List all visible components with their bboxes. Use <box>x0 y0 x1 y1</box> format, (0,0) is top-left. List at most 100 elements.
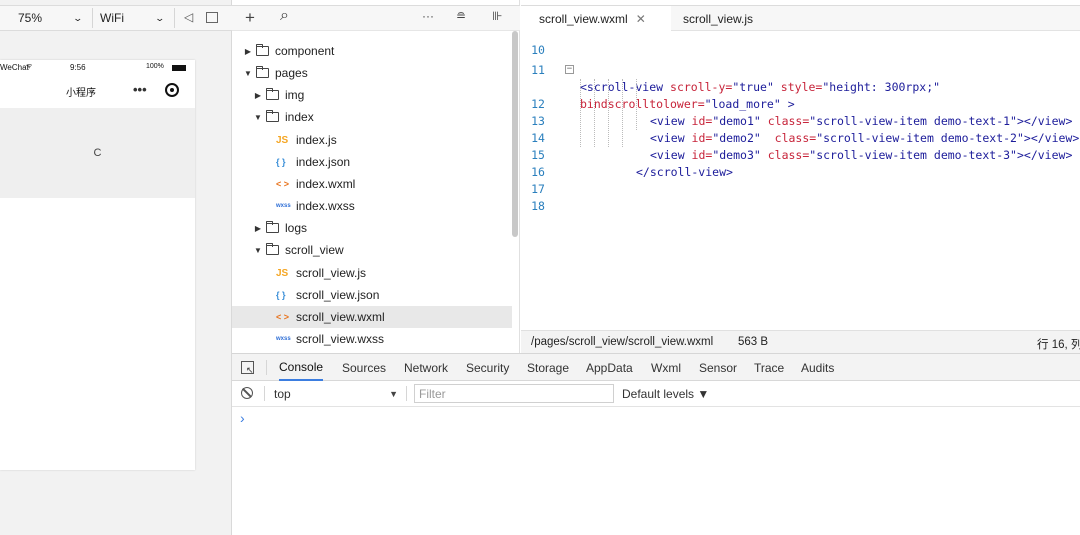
tree-item-label: index.wxss <box>296 199 355 213</box>
tab-label: Wxml <box>651 360 681 375</box>
code-line: 15 </scroll-view> <box>521 130 733 179</box>
tab-wxml[interactable]: Wxml <box>651 354 681 381</box>
split-panel-icon[interactable]: ⊪ <box>492 9 502 23</box>
close-capsule-icon[interactable] <box>165 83 179 97</box>
code-line: 12 <view id="demo1" class="scroll-view-i… <box>521 79 1072 128</box>
caret-right-icon: ▶ <box>254 223 262 233</box>
sound-icon[interactable]: ◁ <box>184 10 193 24</box>
tab-scroll-view-wxml[interactable]: scroll_view.wxml ✕ <box>521 6 671 31</box>
context-select[interactable]: top ▼ <box>274 385 398 403</box>
filter-input[interactable] <box>414 384 614 403</box>
clear-console-icon[interactable] <box>241 387 253 399</box>
tree-item-label: scroll_view.wxml <box>296 310 385 324</box>
explorer-toolbar: + ⌕ ··· ≘ ⊪ <box>232 5 520 31</box>
folder-icon <box>266 88 279 100</box>
tab-label: Trace <box>754 360 785 375</box>
code-token: <view <box>650 131 692 145</box>
js-file-icon: JS <box>276 134 289 146</box>
tab-label: Console <box>279 359 324 374</box>
code-token: "load_more" > <box>704 97 795 111</box>
indent-guide <box>580 79 581 147</box>
carrier-label: WeChat <box>0 63 29 72</box>
folder-open-icon <box>266 110 279 122</box>
divider <box>264 386 265 401</box>
simulator-panel: 75% ⌄ WiFi ⌄ ◁ WeChat ᯤ 9:56 100% 小程序 ••… <box>0 0 232 535</box>
mini-program-title: 小程序 <box>66 88 96 99</box>
fold-icon[interactable]: − <box>565 65 574 74</box>
tree-item-scroll-view-wxml[interactable]: < > scroll_view.wxml <box>232 306 512 328</box>
tree-item-scroll-view-wxss[interactable]: wxss scroll_view.wxss <box>232 328 512 350</box>
tree-item-label: index.wxml <box>296 177 356 191</box>
more-icon[interactable]: ••• <box>133 82 147 97</box>
folder-open-icon <box>266 243 279 255</box>
tab-sensor[interactable]: Sensor <box>699 354 737 381</box>
tab-label: AppData <box>586 360 633 375</box>
zoom-select[interactable]: 75% ⌄ <box>12 6 88 30</box>
indent-guide <box>608 79 609 147</box>
log-levels-select[interactable]: Default levels ▼ <box>622 387 709 401</box>
tree-item-scroll-view-js[interactable]: JS scroll_view.js <box>232 262 512 284</box>
add-icon[interactable]: + <box>245 8 255 28</box>
tree-item-index-js[interactable]: JS index.js <box>232 129 512 151</box>
code-token: "true" <box>732 80 781 94</box>
phone-status-bar: WeChat ᯤ 9:56 100% <box>0 60 195 76</box>
network-select[interactable]: WiFi ⌄ <box>94 6 170 30</box>
editor-status-bar: /pages/scroll_view/scroll_view.wxml 563 … <box>521 330 1080 353</box>
tree-item-scroll-view[interactable]: ▼ scroll_view <box>232 239 512 261</box>
tab-console[interactable]: Console <box>279 354 324 381</box>
code-token: id= <box>691 131 713 145</box>
code-token: class= <box>774 131 817 145</box>
tab-security[interactable]: Security <box>466 354 509 381</box>
more-icon[interactable]: ··· <box>422 9 434 23</box>
tree-item-index-wxml[interactable]: < > index.wxml <box>232 173 512 195</box>
tree-item-component[interactable]: ▶ component <box>232 40 512 62</box>
battery-label: 100% <box>146 63 164 70</box>
console-filter-bar: top ▼ Default levels ▼ <box>232 381 1080 407</box>
code-token: class= <box>767 114 810 128</box>
console-prompt[interactable]: › <box>240 410 245 426</box>
file-size: 563 B <box>738 336 769 348</box>
tree-item-index[interactable]: ▼ index <box>232 106 512 128</box>
tab-network[interactable]: Network <box>404 354 448 381</box>
tab-storage[interactable]: Storage <box>527 354 569 381</box>
tree-item-index-json[interactable]: { } index.json <box>232 151 512 173</box>
code-token: id= <box>691 148 713 162</box>
folder-icon <box>256 44 269 56</box>
tree-item-index-wxss[interactable]: wxss index.wxss <box>232 195 512 217</box>
phone-nav-bar: 小程序 ••• <box>0 76 195 108</box>
simulator-toolbar: 75% ⌄ WiFi ⌄ ◁ <box>0 5 232 31</box>
explorer-scrollbar[interactable] <box>512 31 518 237</box>
caret-down-icon: ▼ <box>254 112 262 122</box>
item-text: C <box>93 147 102 159</box>
tab-sources[interactable]: Sources <box>342 354 386 381</box>
window-icon[interactable] <box>206 12 218 23</box>
folder-open-icon <box>256 66 269 78</box>
tab-audits[interactable]: Audits <box>801 354 834 381</box>
collapse-all-icon[interactable]: ≘ <box>456 9 466 23</box>
code-area[interactable]: 10 11 <scroll-view scroll-y="true" style… <box>521 31 1080 330</box>
code-line: 14 <view id="demo3" class="scroll-view-i… <box>521 113 1072 162</box>
tree-item-pages[interactable]: ▼ pages <box>232 62 512 84</box>
tree-item-label: scroll_view.json <box>296 288 380 302</box>
tree-item-logs[interactable]: ▶ logs <box>232 217 512 239</box>
tree-item-img[interactable]: ▶ img <box>232 84 512 106</box>
code-editor: scroll_view.wxml ✕ scroll_view.js 10 11 … <box>521 0 1080 353</box>
tab-label: Network <box>404 360 449 375</box>
code-line: 16 <box>521 147 563 179</box>
tab-appdata[interactable]: AppData <box>586 354 633 381</box>
tab-scroll-view-js[interactable]: scroll_view.js <box>671 6 801 31</box>
code-token: class= <box>767 148 810 162</box>
tab-label: Storage <box>527 360 570 375</box>
code-token: <view <box>650 114 692 128</box>
inspect-element-icon[interactable]: ↖ <box>241 361 254 375</box>
tree-item-label: scroll_view.js <box>296 266 367 280</box>
close-icon[interactable]: ✕ <box>636 12 646 26</box>
tree-item-label: index <box>285 110 314 124</box>
line-number: 18 <box>531 199 545 213</box>
tree-item-label: scroll_view <box>285 243 344 257</box>
search-icon[interactable]: ⌕ <box>280 7 289 25</box>
editor-tab-bar: scroll_view.wxml ✕ scroll_view.js <box>521 5 1080 31</box>
tab-trace[interactable]: Trace <box>754 354 784 381</box>
tree-item-scroll-view-json[interactable]: { } scroll_view.json <box>232 284 512 306</box>
scroll-view-item: C <box>0 108 195 198</box>
